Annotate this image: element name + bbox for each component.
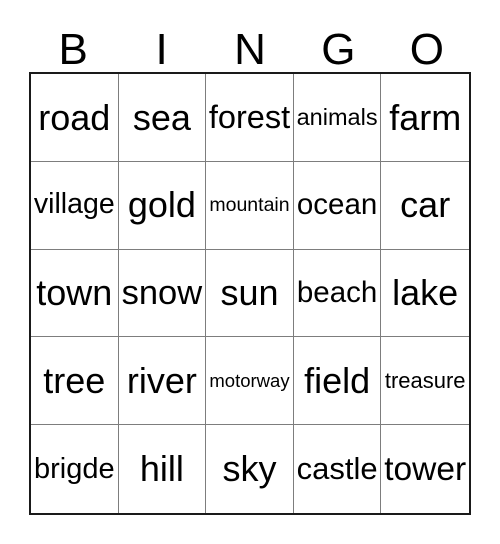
bingo-cell-label: road: [38, 96, 111, 138]
bingo-cell[interactable]: beach: [293, 249, 382, 338]
bingo-cell-label: snow: [121, 273, 203, 312]
bingo-card: B I N G O road sea forest animals farm v…: [0, 0, 500, 544]
bingo-cell-label: sun: [220, 272, 279, 314]
header-letter-b: B: [58, 25, 88, 74]
bingo-cell-label: sky: [222, 448, 277, 490]
bingo-cell[interactable]: animals: [293, 74, 382, 162]
bingo-cell[interactable]: car: [381, 161, 469, 250]
bingo-cell[interactable]: sun: [206, 249, 294, 338]
bingo-cell[interactable]: castle: [293, 425, 382, 513]
bingo-cell[interactable]: field: [293, 337, 382, 426]
bingo-cell[interactable]: forest: [206, 74, 294, 162]
bingo-cell-label: forest: [208, 99, 291, 136]
bingo-cell[interactable]: town: [31, 249, 119, 338]
bingo-cell[interactable]: ocean: [293, 161, 382, 250]
bingo-cell[interactable]: tree: [31, 337, 119, 426]
bingo-cell-label: field: [304, 359, 371, 401]
bingo-cell[interactable]: mountain: [206, 161, 294, 250]
bingo-cell-label: mountain: [209, 193, 290, 216]
bingo-cell[interactable]: village: [31, 161, 119, 250]
bingo-cell[interactable]: sky: [206, 425, 294, 513]
bingo-cell-label: sea: [132, 96, 191, 138]
bingo-cell-label: car: [400, 184, 451, 226]
bingo-cell-label: gold: [127, 184, 196, 226]
header-letter-g: G: [321, 25, 356, 74]
bingo-cell-label: castle: [296, 450, 378, 486]
bingo-cell-label: farm: [389, 96, 462, 138]
bingo-cell[interactable]: gold: [118, 161, 207, 250]
bingo-cell[interactable]: snow: [118, 249, 207, 338]
bingo-cell[interactable]: brigde: [31, 425, 119, 513]
bingo-cell[interactable]: road: [31, 74, 119, 162]
bingo-cell-label: motorway: [209, 370, 290, 392]
bingo-cell[interactable]: tower: [381, 425, 469, 513]
bingo-grid: road sea forest animals farm village gol…: [29, 72, 471, 515]
bingo-cell-label: beach: [296, 275, 378, 309]
bingo-cell[interactable]: treasure: [381, 337, 469, 426]
bingo-cell-label: animals: [296, 104, 378, 131]
bingo-cell-label: tower: [384, 450, 467, 488]
bingo-cell[interactable]: lake: [381, 249, 469, 338]
header-letter-n: N: [234, 25, 266, 74]
bingo-cell[interactable]: river: [118, 337, 207, 426]
bingo-cell[interactable]: motorway: [206, 337, 294, 426]
bingo-cell-label: brigde: [33, 452, 115, 485]
header-letter-i: I: [155, 25, 168, 74]
bingo-cell[interactable]: farm: [381, 74, 469, 162]
bingo-cell-label: treasure: [384, 368, 466, 394]
bingo-cell-label: village: [33, 188, 115, 221]
bingo-cell-label: lake: [392, 272, 459, 314]
bingo-cell-label: town: [36, 272, 113, 314]
bingo-cell-label: tree: [43, 359, 106, 401]
bingo-cell-label: river: [126, 359, 197, 401]
bingo-cell[interactable]: sea: [118, 74, 207, 162]
bingo-header-row: B I N G O: [29, 18, 471, 72]
header-letter-o: O: [409, 25, 444, 74]
bingo-cell[interactable]: hill: [118, 425, 207, 513]
bingo-cell-label: hill: [139, 448, 184, 490]
bingo-cell-label: ocean: [296, 187, 378, 221]
